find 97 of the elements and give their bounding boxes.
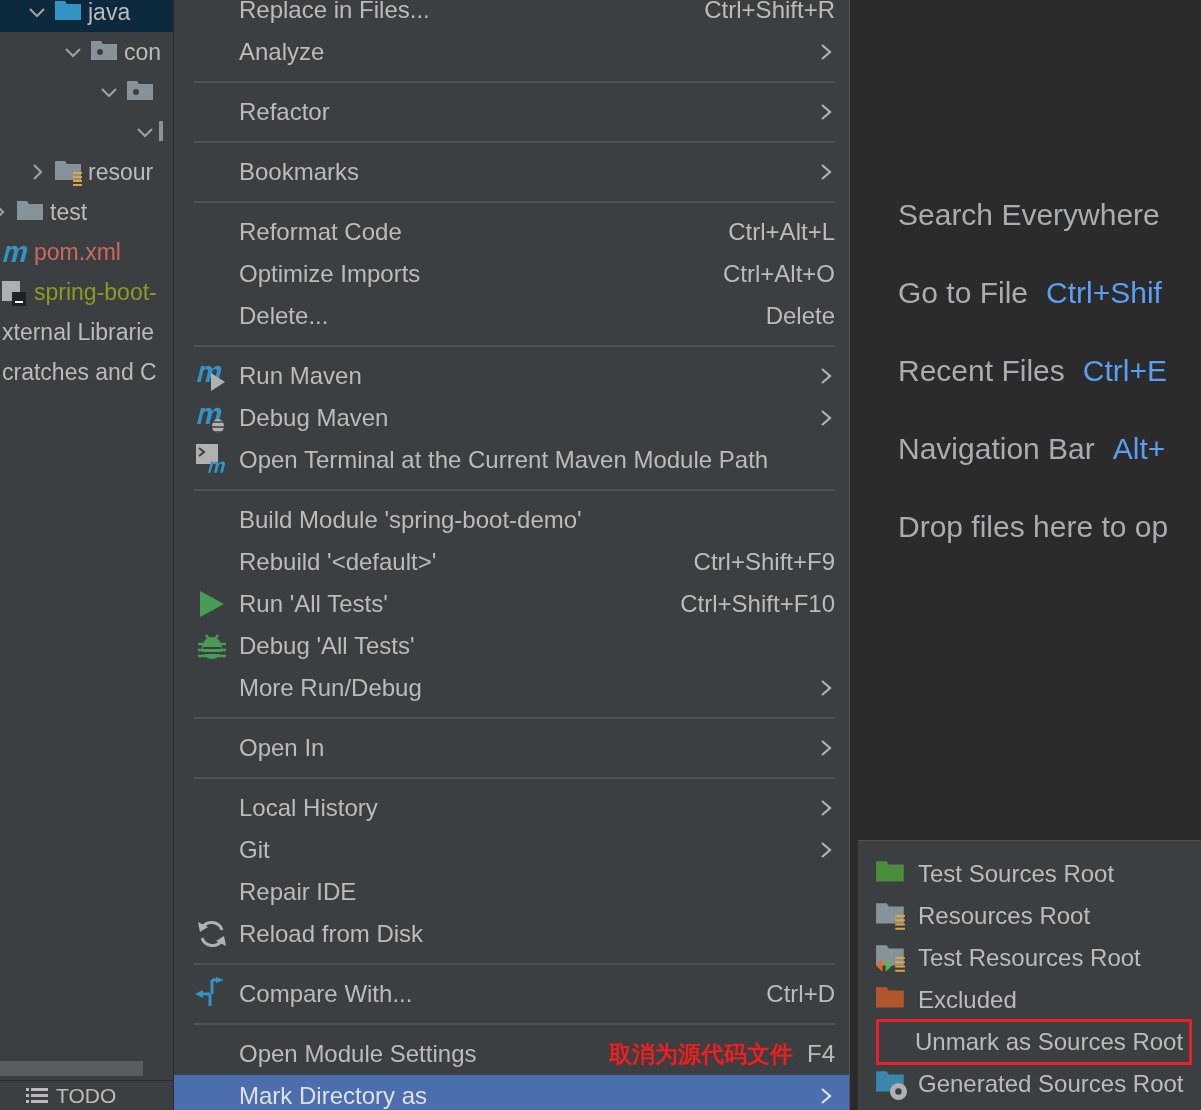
menu-item-label: Local History (239, 793, 378, 823)
menu-item[interactable]: Local History (174, 787, 849, 829)
test-resources-folder-icon (875, 942, 907, 974)
menu-item-label: Compare With... (239, 979, 413, 1009)
menu-item[interactable]: Git (174, 829, 849, 871)
menu-item[interactable]: Compare With... Ctrl+D (174, 973, 849, 1015)
menu-item-label: Replace in Files... (239, 0, 430, 25)
shortcut-text: Ctrl+Shift+R (704, 0, 835, 25)
tree-row[interactable]: pom.xml (0, 232, 173, 272)
menu-item[interactable]: Bookmarks (174, 151, 849, 193)
shortcut-text: Ctrl+Shift+F9 (693, 547, 835, 577)
submenu-item-label: Excluded (917, 985, 1018, 1015)
menu-item-label: Optimize Imports (239, 259, 421, 289)
menu-item-label: Analyze (239, 37, 325, 67)
menu-item-label: Bookmarks (239, 157, 360, 187)
menu-item[interactable]: Debug 'All Tests' (174, 625, 849, 667)
submenu-item-label: Resources Root (917, 901, 1092, 931)
menu-item-label: Run Maven (239, 361, 362, 391)
submenu-item-label: Generated Sources Root (917, 1069, 1185, 1099)
submenu-item[interactable]: Test Sources Root (858, 853, 1201, 895)
shortcut-text: Ctrl+E (1082, 352, 1167, 389)
shortcut-text: Ctrl+Alt+L (728, 217, 835, 247)
submenu-item[interactable]: Unmark as Sources Root (858, 1021, 1201, 1063)
menu-item-label: Rebuild '<default>' (239, 547, 437, 577)
tree-label: xternal Librarie (2, 317, 155, 347)
submenu-item[interactable]: Test Resources Root (858, 937, 1201, 979)
shortcut-text: Ctrl+Alt+O (722, 259, 835, 289)
menu-item-label: Open Terminal at the Current Maven Module Path (239, 445, 769, 475)
tree-label: java (88, 0, 131, 27)
tree-label: test (50, 197, 88, 227)
menu-item[interactable]: Reformat Code Ctrl+Alt+L (174, 211, 849, 253)
menu-item[interactable]: Mark Directory as (174, 1075, 849, 1110)
resources-folder-icon (875, 900, 907, 932)
hint-text: Go to File (898, 274, 1029, 311)
tree-label: cratches and C (2, 357, 157, 387)
shortcut-text: Alt+ (1112, 430, 1166, 467)
menu-item-label: Open In (239, 733, 325, 763)
menu-item[interactable]: Build Module 'spring-boot-demo' (174, 499, 849, 541)
generated-folder-icon (875, 1068, 907, 1100)
menu-item-label: More Run/Debug (239, 673, 422, 703)
menu-item-label: Repair IDE (239, 877, 357, 907)
tree-row[interactable]: cratches and C (2, 352, 173, 392)
menu-item[interactable]: Refactor (174, 91, 849, 133)
menu-item-label: Delete... (239, 301, 329, 331)
tree-label: pom.xml (34, 237, 121, 267)
menu-item[interactable]: Delete... Delete (174, 295, 849, 337)
shortcut-text: F4 (807, 1039, 835, 1069)
scrollbar-thumb[interactable] (0, 1061, 143, 1076)
menu-item[interactable]: Rebuild '<default>' Ctrl+Shift+F9 (174, 541, 849, 583)
submenu-item-label: Test Resources Root (917, 943, 1142, 973)
shortcut-text: Ctrl+D (766, 979, 835, 1009)
shortcut-text: Delete (765, 301, 835, 331)
tool-window-tab[interactable]: TODO (56, 1079, 117, 1110)
annotation-text: 取消为源代码文件 (609, 1039, 793, 1069)
submenu-item-label: Unmark as Sources Root (876, 1019, 1193, 1065)
hint-text: Navigation Bar (898, 430, 1095, 467)
hint-text: Drop files here to op (898, 508, 1169, 545)
tree-row[interactable]: test (0, 192, 173, 232)
menu-item[interactable]: Optimize Imports Ctrl+Alt+O (174, 253, 849, 295)
tree-label: spring-boot- (34, 277, 157, 307)
menu-item-label: Mark Directory as (239, 1081, 428, 1110)
submenu-item-label: Test Sources Root (917, 859, 1116, 889)
menu-item-label: Debug 'All Tests' (239, 631, 415, 661)
shortcut-text: Ctrl+Shift+F10 (680, 589, 835, 619)
tree-label: resour (88, 157, 154, 187)
menu-item-label: Run 'All Tests' (239, 589, 388, 619)
shortcut-text: Ctrl+Shif (1046, 274, 1162, 311)
menu-item-label: Open Module Settings (239, 1039, 477, 1069)
menu-item[interactable]: Run 'All Tests' Ctrl+Shift+F10 (174, 583, 849, 625)
hint-text: Search Everywhere (898, 196, 1160, 233)
menu-item-label: Debug Maven (239, 403, 389, 433)
menu-item[interactable]: Open Module Settings 取消为源代码文件 F4 (174, 1033, 849, 1075)
menu-item-label: Reload from Disk (239, 919, 424, 949)
menu-item[interactable]: More Run/Debug (174, 667, 849, 709)
tree-row[interactable]: xternal Librarie (2, 312, 173, 352)
submenu-item[interactable]: Resources Root (858, 895, 1201, 937)
menu-item[interactable]: Open In (174, 727, 849, 769)
submenu-item[interactable]: Excluded (858, 979, 1201, 1021)
menu-item-label: Git (239, 835, 270, 865)
menu-item[interactable]: Run Maven (174, 355, 849, 397)
tree-row[interactable]: con (0, 32, 173, 72)
menu-item[interactable]: Replace in Files... Ctrl+Shift+R (174, 0, 849, 31)
menu-item[interactable]: Reload from Disk (174, 913, 849, 955)
tree-row[interactable]: spring-boot- (0, 272, 173, 312)
tree-row[interactable]: resour (0, 152, 173, 192)
menu-item[interactable]: Open Terminal at the Current Maven Module Path (174, 439, 849, 481)
menu-item-label: Reformat Code (239, 217, 402, 247)
menu-item[interactable]: Debug Maven (174, 397, 849, 439)
tree-row[interactable]: java (0, 0, 173, 32)
menu-item-label: Build Module 'spring-boot-demo' (239, 505, 582, 535)
resources-folder-icon (54, 158, 82, 186)
tree-label: con (124, 37, 162, 67)
menu-item[interactable]: Repair IDE (174, 871, 849, 913)
hint-text: Recent Files (898, 352, 1065, 389)
menu-item[interactable]: Analyze (174, 31, 849, 73)
menu-item-label: Refactor (239, 97, 330, 127)
submenu-item[interactable]: Generated Sources Root (858, 1063, 1201, 1105)
